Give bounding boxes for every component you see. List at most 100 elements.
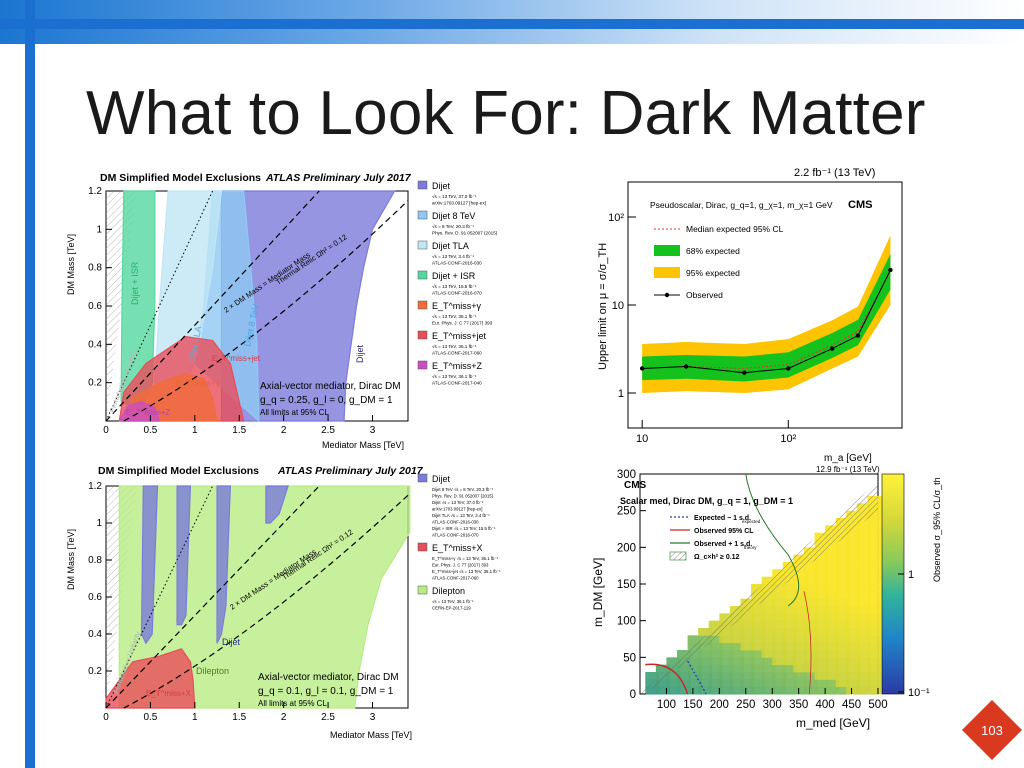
- observed-point: [830, 346, 835, 351]
- x-tick-label: 3: [370, 712, 376, 723]
- heatmap-cell: [867, 547, 882, 556]
- legend-entry: Median expected 95% CL: [686, 224, 784, 234]
- x-tick-label: 1: [192, 712, 198, 723]
- observed-point: [683, 364, 689, 369]
- chart-title: 12.9 fb⁻¹ (13 TeV): [816, 465, 880, 474]
- y-tick-label: 0.8: [88, 263, 102, 274]
- legend-swatch: [417, 210, 428, 220]
- y-tick-label: 100: [617, 616, 636, 628]
- heatmap-cell: [867, 532, 882, 541]
- legend-detail: Eur. Phys. J. C 77 (2017) 393: [432, 563, 489, 568]
- legend-detail: arXiv:1703.09127 [hep-ex]: [432, 201, 486, 206]
- legend-swatch: [417, 360, 428, 370]
- colorbar-label: Observed σ_95% CL/σ_th: [932, 477, 942, 582]
- x-tick-label: 300: [763, 699, 782, 711]
- x-tick-label: 250: [736, 699, 755, 711]
- heatmap-cell: [867, 562, 882, 570]
- x-tick-label: 0.5: [143, 712, 157, 723]
- legend-detail: √s = 13 TeV, 37.0 fb⁻¹: [432, 194, 477, 199]
- y-tick-label: 0.2: [88, 378, 102, 389]
- legend-detail: Dijet TLA √s = 13 TeV, 3.4 fb⁻¹: [432, 513, 490, 518]
- heatmap-cell: [867, 620, 882, 629]
- heatmap-cell: [867, 576, 882, 585]
- legend-swatch: [417, 180, 428, 190]
- legend-detail: √s = 8 TeV, 20.3 fb⁻¹: [432, 224, 474, 229]
- curve-label: Dijet + ISR: [130, 261, 140, 305]
- heatmap-cell: [867, 679, 882, 688]
- legend-detail: Eur. Phys. J. C 77 (2017) 393: [432, 321, 493, 326]
- x-tick-label: 2.5: [321, 712, 335, 723]
- chart-subtitle: ATLAS Preliminary July 2017: [277, 465, 424, 477]
- legend-entry: Dijet TLA: [432, 241, 469, 251]
- heatmap-cell: [867, 591, 882, 600]
- y-tick-label: 0.4: [88, 629, 102, 640]
- legend-swatch: [417, 270, 428, 280]
- legend-detail: CERN-EP-2017-119: [432, 606, 471, 611]
- y-tick-label: 200: [617, 542, 636, 554]
- legend-entry: Observed: [686, 290, 723, 300]
- small-label: expected: [742, 519, 761, 524]
- legend-detail: Phys. Rev. D. 91 052007 (2015): [432, 494, 494, 499]
- curve-label: Dilepton: [196, 666, 229, 676]
- x-tick-label: 10²: [780, 433, 796, 445]
- legend-detail: ATLAS-CONF-2016-070: [432, 291, 482, 296]
- chart-annotation: g_q = 0.1, g_l = 0.1, g_DM = 1: [258, 686, 394, 697]
- x-tick-label: 450: [842, 699, 861, 711]
- chart-annotation: All limits at 95% CL: [258, 699, 327, 708]
- colorbar: [881, 473, 905, 695]
- chart-annotation: g_q = 0.25, g_l = 0, g_DM = 1: [260, 395, 393, 406]
- slide-title: What to Look For: Dark Matter: [86, 79, 926, 148]
- legend-swatch: [417, 585, 428, 595]
- legend-swatch: [669, 551, 687, 561]
- heatmap-cell: [867, 518, 882, 526]
- legend-detail: Dijet 8 TeV √s = 8 TeV, 20.3 fb⁻¹: [432, 487, 494, 492]
- legend-entry: Observed 95% CL: [694, 528, 754, 535]
- legend-detail: Dijet + ISR √s = 13 TeV, 15.5 fb⁻¹: [432, 526, 496, 531]
- heatmap-cell: [867, 613, 882, 622]
- heatmap-cell: [867, 598, 882, 607]
- curve-label: E_T^miss+γ: [176, 379, 220, 388]
- chart-title: DM Simplified Model Exclusions: [100, 172, 261, 184]
- legend-entry: Ω_c×h² ≥ 0.12: [694, 554, 740, 561]
- page-number-badge: 103: [962, 700, 1022, 760]
- legend-entry: Dijet 8 TeV: [432, 211, 475, 221]
- y-axis-label: Upper limit on μ = σ/σ_TH: [597, 243, 609, 370]
- heatmap-cell: [867, 606, 882, 614]
- x-tick-label: 10: [636, 433, 648, 445]
- x-tick-label: 1.5: [232, 425, 246, 436]
- x-tick-label: 1.5: [232, 712, 246, 723]
- x-tick-label: 0: [103, 425, 109, 436]
- heatmap-cell: [867, 540, 882, 548]
- curve-label: E_T^miss+jet: [212, 354, 261, 363]
- observed-point: [855, 333, 861, 338]
- chart-subtitle: ATLAS Preliminary July 2017: [265, 172, 412, 184]
- curve-label: E_T^miss+Z: [126, 408, 171, 417]
- x-axis-label: Mediator Mass [TeV]: [330, 730, 412, 740]
- heatmap-cell: [867, 664, 882, 673]
- x-tick-label: 100: [657, 699, 676, 711]
- x-tick-label: 2: [281, 425, 287, 436]
- atlas-top-chart: DM Simplified Model Exclusions ATLAS Pre…: [66, 172, 498, 450]
- chart-annotation: All limits at 95% CL: [260, 408, 329, 417]
- x-tick-label: 350: [789, 699, 808, 711]
- y-tick-label: 150: [617, 579, 636, 591]
- legend-entry: Dijet: [432, 474, 451, 484]
- legend-detail: ATLAS-CONF-2016-030: [432, 261, 482, 266]
- legend-entry: E_T^miss+jet: [432, 331, 486, 341]
- legend-swatch: [654, 245, 680, 256]
- cms-brand: CMS: [848, 199, 872, 211]
- atlas-bottom-chart: DM Simplified Model Exclusions ATLAS Pre…: [66, 465, 501, 740]
- legend-detail: √s = 13 TeV, 36.1 fb⁻¹: [432, 374, 477, 379]
- cms-brand: CMS: [624, 480, 647, 491]
- y-axis-label: DM Mass [TeV]: [66, 234, 76, 295]
- observed-point: [742, 370, 747, 375]
- observed-point: [786, 366, 791, 371]
- y-axis-label: DM Mass [TeV]: [66, 529, 76, 590]
- legend-entry: E_T^miss+γ: [432, 301, 481, 311]
- y-axis-label: m_DM [GeV]: [591, 558, 605, 627]
- y-tick-label: 50: [623, 652, 636, 664]
- x-tick-label: 0.5: [143, 425, 157, 436]
- legend-detail: ATLAS-CONF-2016-070: [432, 533, 479, 538]
- legend-detail: ATLAS-CONF-2016-030: [432, 520, 479, 525]
- heatmap-cell: [867, 642, 882, 651]
